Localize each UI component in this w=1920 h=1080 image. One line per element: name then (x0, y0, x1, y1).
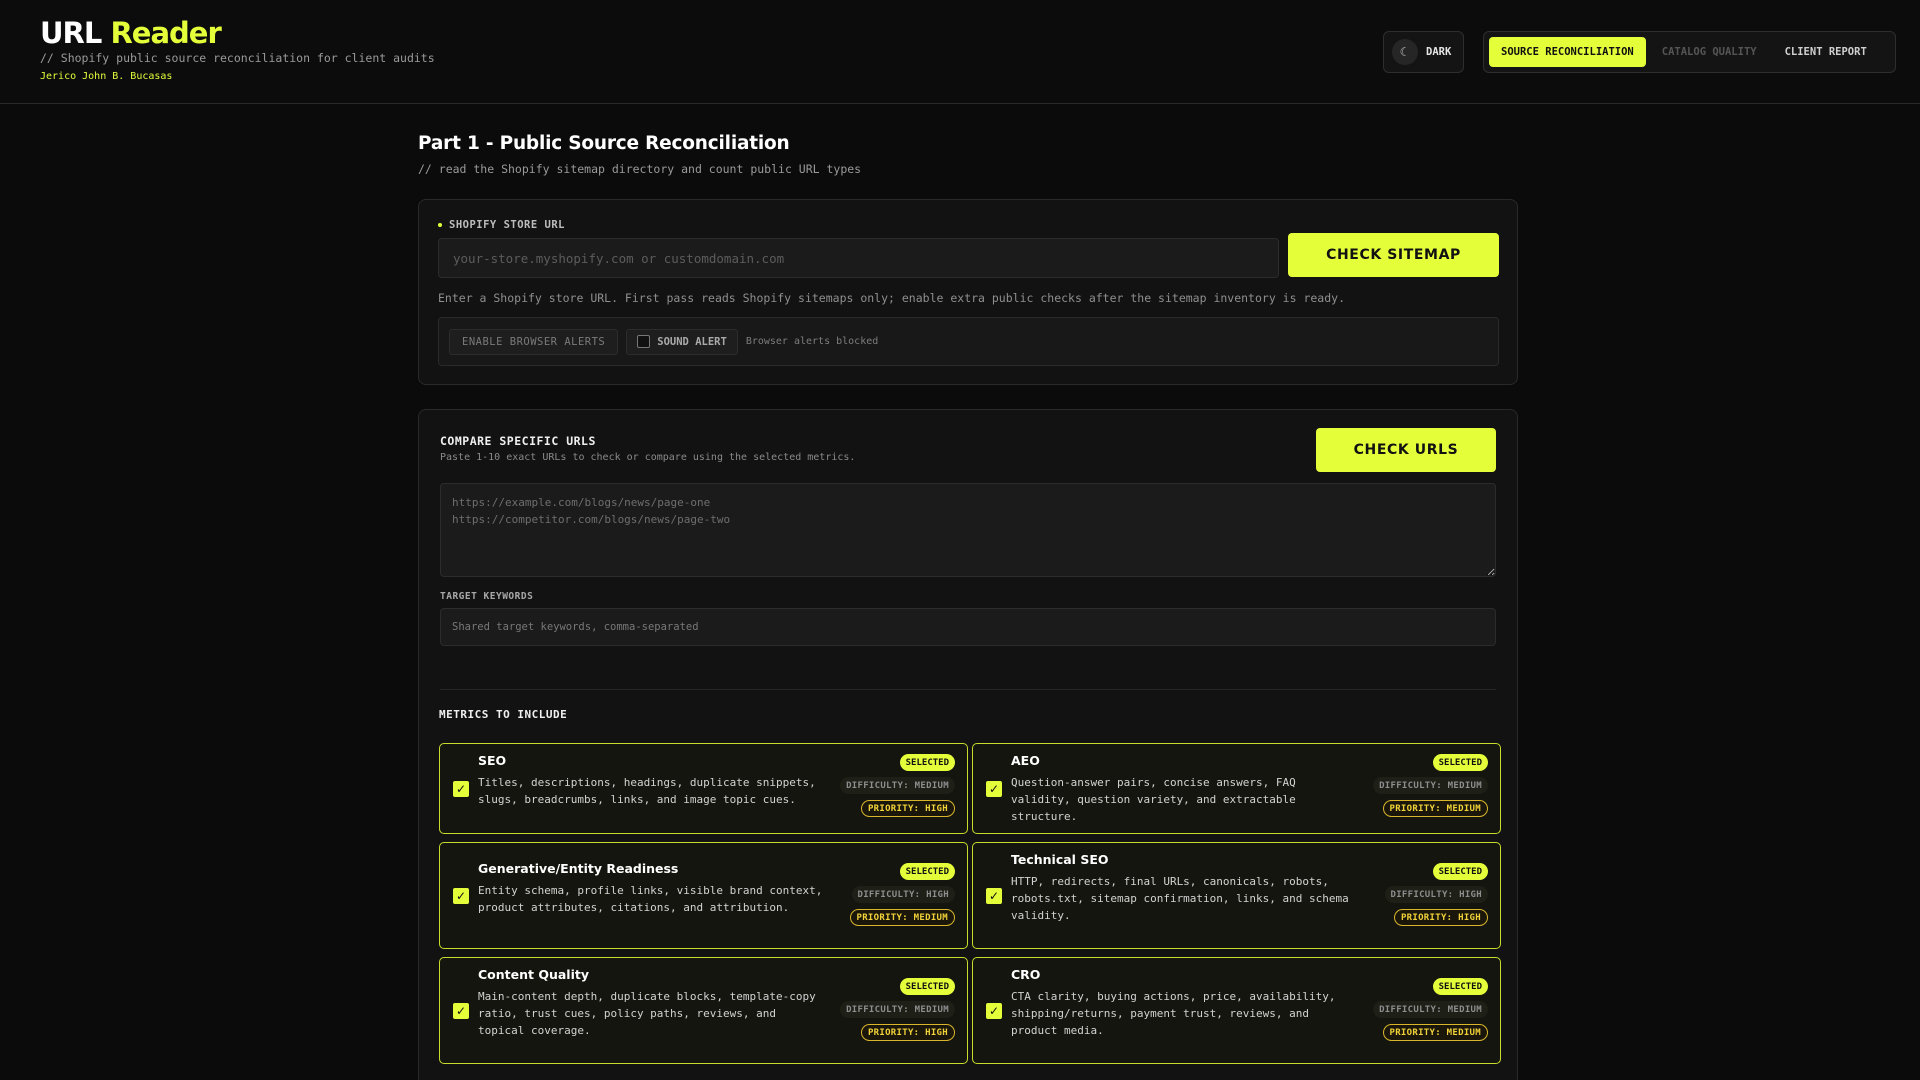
check-urls-button[interactable]: CHECK URLS (1316, 428, 1496, 472)
priority-badge: PRIORITY: HIGH (1393, 909, 1488, 926)
target-keywords-input[interactable] (440, 608, 1496, 646)
tab-catalog-quality[interactable]: CATALOG QUALITY (1650, 37, 1769, 67)
app-logo: URL Reader (40, 16, 222, 50)
tab-source-reconciliation[interactable]: SOURCE RECONCILIATION (1489, 37, 1646, 67)
checkmark-icon[interactable]: ✓ (453, 1003, 469, 1019)
metric-title: Generative/Entity Readiness (478, 861, 679, 876)
store-url-hint: Enter a Shopify store URL. First pass re… (438, 291, 1345, 305)
alerts-row: ENABLE BROWSER ALERTS SOUND ALERT Browse… (438, 317, 1499, 366)
priority-badge: PRIORITY: MEDIUM (1382, 1024, 1488, 1041)
app-header: URL Reader // Shopify public source reco… (0, 0, 1920, 104)
page-subtitle: // read the Shopify sitemap directory an… (418, 162, 862, 176)
difficulty-badge: DIFFICULTY: MEDIUM (1373, 1001, 1488, 1018)
selected-badge: SELECTED (1432, 978, 1488, 995)
theme-toggle-button[interactable]: ☾ DARK (1383, 31, 1464, 73)
metric-title: AEO (1011, 753, 1040, 768)
checkmark-icon[interactable]: ✓ (986, 1003, 1002, 1019)
metric-card-technical-seo[interactable]: ✓ Technical SEO HTTP, redirects, final U… (972, 842, 1501, 949)
compare-urls-subtitle: Paste 1-10 exact URLs to check or compar… (440, 452, 856, 463)
metric-description: Question-answer pairs, concise answers, … (1011, 776, 1296, 823)
metric-description: Titles, descriptions, headings, duplicat… (478, 776, 816, 806)
target-keywords-label: TARGET KEYWORDS (440, 591, 534, 602)
priority-badge: PRIORITY: HIGH (860, 1024, 955, 1041)
difficulty-badge: DIFFICULTY: HIGH (1384, 886, 1488, 903)
selected-badge: SELECTED (1432, 863, 1488, 880)
metric-card-aeo[interactable]: ✓ AEO Question-answer pairs, concise ans… (972, 743, 1501, 834)
sound-alert-label: SOUND ALERT (657, 335, 727, 348)
check-sitemap-button[interactable]: CHECK SITEMAP (1288, 233, 1499, 277)
page-title: Part 1 - Public Source Reconciliation (418, 133, 790, 154)
selected-badge: SELECTED (1432, 754, 1488, 771)
metric-description: Main-content depth, duplicate blocks, te… (478, 990, 816, 1037)
difficulty-badge: DIFFICULTY: HIGH (851, 886, 955, 903)
sound-alert-checkbox[interactable] (637, 335, 651, 348)
selected-badge: SELECTED (899, 978, 955, 995)
section-divider (440, 689, 1496, 690)
metric-card-seo[interactable]: ✓ SEO Titles, descriptions, headings, du… (439, 743, 968, 834)
metric-description: HTTP, redirects, final URLs, canonicals,… (1011, 875, 1349, 922)
selected-badge: SELECTED (899, 863, 955, 880)
metric-title: SEO (478, 753, 507, 768)
difficulty-badge: DIFFICULTY: MEDIUM (840, 1001, 955, 1018)
sound-alert-toggle[interactable]: SOUND ALERT (626, 328, 738, 355)
store-url-label: SHOPIFY STORE URL (438, 219, 565, 231)
metric-description: Entity schema, profile links, visible br… (478, 884, 823, 914)
metric-title: CRO (1011, 967, 1041, 982)
compare-urls-title: COMPARE SPECIFIC URLS (440, 434, 596, 448)
metric-description: CTA clarity, buying actions, price, avai… (1011, 990, 1336, 1037)
metric-title: Content Quality (478, 967, 589, 982)
main-tabs: SOURCE RECONCILIATION CATALOG QUALITY CL… (1483, 31, 1896, 73)
author-name: Jerico John B. Bucasas (40, 71, 173, 82)
metric-card-cro[interactable]: ✓ CRO CTA clarity, buying actions, price… (972, 957, 1501, 1064)
compare-urls-card: COMPARE SPECIFIC URLS Paste 1-10 exact U… (418, 409, 1518, 1080)
checkmark-icon[interactable]: ✓ (453, 781, 469, 797)
urls-textarea[interactable] (440, 483, 1496, 577)
store-url-label-text: SHOPIFY STORE URL (449, 219, 565, 231)
bullet-dot-icon (438, 223, 442, 227)
selected-badge: SELECTED (899, 754, 955, 771)
alert-status-text: Browser alerts blocked (745, 336, 879, 347)
logo-text-url: URL (40, 16, 102, 50)
moon-icon: ☾ (1392, 39, 1418, 65)
metric-card-content-quality[interactable]: ✓ Content Quality Main-content depth, du… (439, 957, 968, 1064)
priority-badge: PRIORITY: MEDIUM (1382, 800, 1488, 817)
difficulty-badge: DIFFICULTY: MEDIUM (840, 777, 955, 794)
metric-title: Technical SEO (1011, 852, 1109, 867)
checkmark-icon[interactable]: ✓ (986, 888, 1002, 904)
metrics-title: METRICS TO INCLUDE (439, 708, 568, 721)
theme-label: DARK (1426, 46, 1452, 58)
checkmark-icon[interactable]: ✓ (453, 888, 469, 904)
difficulty-badge: DIFFICULTY: MEDIUM (1373, 777, 1488, 794)
priority-badge: PRIORITY: MEDIUM (849, 909, 955, 926)
store-url-input[interactable] (438, 238, 1279, 278)
logo-text-reader: Reader (110, 16, 221, 50)
tab-client-report[interactable]: CLIENT REPORT (1773, 37, 1879, 67)
checkmark-icon[interactable]: ✓ (986, 781, 1002, 797)
metric-card-generative-entity[interactable]: ✓ Generative/Entity Readiness Entity sch… (439, 842, 968, 949)
app-tagline: // Shopify public source reconciliation … (40, 51, 435, 65)
enable-browser-alerts-button[interactable]: ENABLE BROWSER ALERTS (449, 328, 619, 355)
store-url-card: SHOPIFY STORE URL CHECK SITEMAP Enter a … (418, 199, 1518, 385)
priority-badge: PRIORITY: HIGH (860, 800, 955, 817)
